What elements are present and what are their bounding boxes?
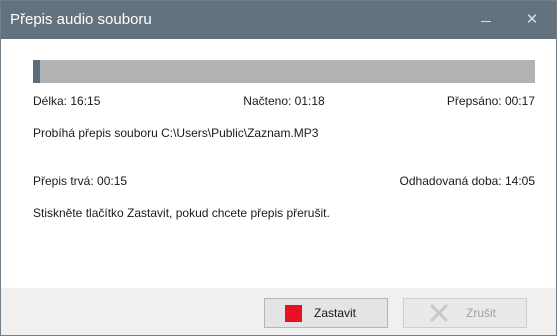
minimize-button[interactable] bbox=[463, 1, 509, 39]
close-button[interactable]: ✕ bbox=[509, 1, 555, 39]
elapsed-label: Přepis trvá: 00:15 bbox=[33, 174, 128, 188]
estimated-label: Odhadovaná doba: 14:05 bbox=[399, 174, 535, 188]
cancel-button-label: Zrušit bbox=[466, 306, 496, 320]
button-bar: Zastavit Zrušit bbox=[1, 288, 556, 335]
window-title: Přepis audio souboru bbox=[10, 11, 152, 28]
stop-button[interactable]: Zastavit bbox=[264, 298, 388, 328]
status-row: Probíhá přepis souboru C:\Users\Public\Z… bbox=[33, 125, 535, 141]
transcribed-label: Přepsáno: 00:17 bbox=[446, 94, 535, 108]
hint-text: Stiskněte tlačítko Zastavit, pokud chcet… bbox=[33, 206, 330, 220]
transcription-dialog: Přepis audio souboru ✕ Délka: 16:15 Načt… bbox=[0, 0, 557, 336]
timing-row: Přepis trvá: 00:15 Odhadovaná doba: 14:0… bbox=[33, 173, 535, 189]
hint-row: Stiskněte tlačítko Zastavit, pokud chcet… bbox=[33, 205, 535, 221]
progress-bar bbox=[33, 60, 535, 83]
minimize-icon bbox=[481, 21, 491, 22]
x-icon bbox=[430, 304, 448, 322]
close-icon: ✕ bbox=[525, 11, 539, 28]
stop-square-icon bbox=[285, 305, 302, 322]
cancel-button[interactable]: Zrušit bbox=[403, 298, 527, 328]
stop-button-label: Zastavit bbox=[314, 306, 357, 320]
status-text: Probíhá přepis souboru C:\Users\Public\Z… bbox=[33, 126, 319, 140]
progress-fill bbox=[33, 60, 41, 83]
stats-row: Délka: 16:15 Načteno: 01:18 Přepsáno: 00… bbox=[33, 93, 535, 109]
title-bar[interactable]: Přepis audio souboru ✕ bbox=[1, 1, 556, 39]
